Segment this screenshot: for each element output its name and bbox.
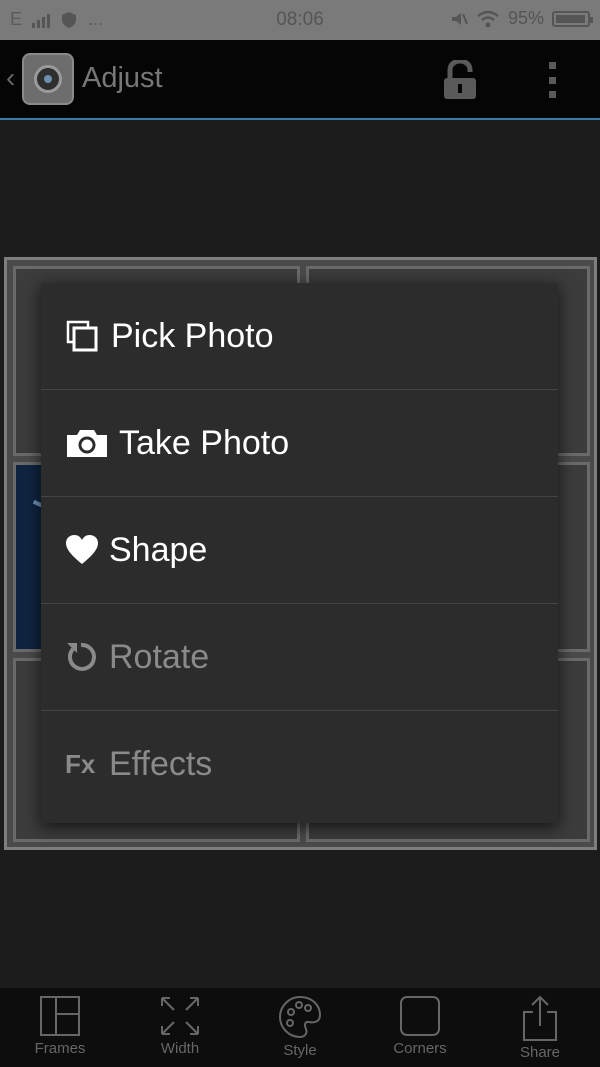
- corners-icon: [400, 996, 440, 1036]
- toolbar-style-button[interactable]: Style: [240, 988, 360, 1067]
- battery-percent: 95%: [507, 8, 544, 28]
- heart-icon: [65, 534, 107, 566]
- width-icon: [161, 997, 199, 1035]
- menu-item-label: Pick Photo: [111, 316, 274, 355]
- toolbar-frames-button[interactable]: Frames: [0, 988, 120, 1067]
- wifi-icon: [477, 10, 499, 27]
- menu-item-pick-photo[interactable]: Pick Photo: [41, 283, 558, 390]
- bottom-toolbar: Frames Width Style Corners Share: [0, 988, 600, 1067]
- toolbar-label: Style: [283, 1042, 317, 1059]
- page-title: Adjust: [82, 62, 163, 94]
- toolbar-share-button[interactable]: Share: [480, 988, 600, 1067]
- toolbar-width-button[interactable]: Width: [120, 988, 240, 1067]
- rotate-icon: [65, 641, 107, 673]
- toolbar-label: Width: [160, 1040, 200, 1057]
- battery-icon: [552, 10, 593, 27]
- app-icon[interactable]: [22, 53, 74, 105]
- menu-item-label: Take Photo: [119, 423, 290, 462]
- cell-options-menu: Pick Photo Take Photo Shape Rotate Fx Ef…: [41, 283, 558, 823]
- camera-icon: [65, 426, 117, 460]
- toolbar-corners-button[interactable]: Corners: [360, 988, 480, 1067]
- palette-icon: [278, 995, 322, 1039]
- back-chevron-icon[interactable]: ‹: [6, 62, 15, 94]
- action-bar: ‹ Adjust: [0, 40, 600, 120]
- toolbar-label: Share: [519, 1044, 561, 1061]
- toolbar-label: Corners: [393, 1040, 447, 1057]
- menu-item-label: Effects: [109, 745, 213, 783]
- status-bar: E ... 08:06 95%: [0, 0, 600, 40]
- toolbar-label: Frames: [34, 1040, 86, 1057]
- overflow-menu-icon[interactable]: [546, 62, 558, 98]
- frames-icon: [40, 996, 80, 1036]
- unlock-icon[interactable]: [442, 60, 478, 100]
- menu-item-label: Rotate: [109, 637, 210, 676]
- fx-icon: Fx: [65, 749, 96, 779]
- mute-icon: [451, 12, 468, 25]
- menu-item-rotate[interactable]: Rotate: [41, 604, 558, 711]
- menu-item-shape[interactable]: Shape: [41, 497, 558, 604]
- share-icon: [523, 995, 557, 1041]
- menu-item-effects[interactable]: Fx Effects: [41, 711, 558, 818]
- gallery-icon: [65, 319, 109, 353]
- menu-item-take-photo[interactable]: Take Photo: [41, 390, 558, 497]
- menu-item-label: Shape: [109, 530, 208, 569]
